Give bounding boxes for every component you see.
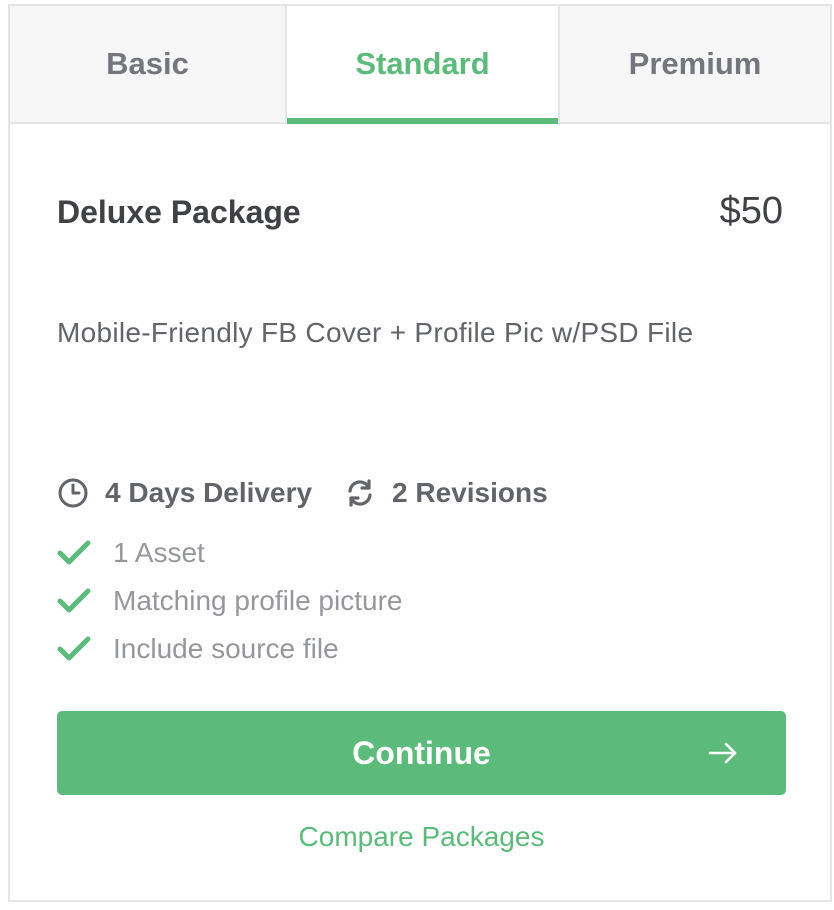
check-icon [57, 588, 91, 613]
revisions-info: 2 Revisions [344, 477, 548, 509]
feature-item: Matching profile picture [57, 577, 783, 625]
tab-standard[interactable]: Standard [285, 6, 560, 124]
feature-label: Include source file [113, 633, 339, 664]
delivery-info: 4 Days Delivery [57, 477, 312, 509]
tab-basic[interactable]: Basic [10, 6, 285, 122]
package-title: Deluxe Package [57, 194, 301, 230]
package-tabs: Basic Standard Premium [10, 6, 830, 124]
feature-list: 1 Asset Matching profile picture Include… [57, 529, 783, 673]
package-card: Basic Standard Premium Deluxe Package $5… [8, 4, 832, 902]
feature-label: Matching profile picture [113, 585, 403, 616]
compare-packages-link[interactable]: Compare Packages [57, 821, 786, 853]
revisions-label: 2 Revisions [392, 477, 548, 508]
continue-label: Continue [352, 734, 491, 771]
package-price: $50 [719, 190, 783, 232]
continue-button[interactable]: Continue [57, 711, 786, 795]
package-header: Deluxe Package $50 [57, 190, 783, 233]
package-body: Deluxe Package $50 Mobile-Friendly FB Co… [10, 190, 830, 853]
tab-premium[interactable]: Premium [560, 6, 830, 122]
feature-item: Include source file [57, 625, 783, 673]
feature-item: 1 Asset [57, 529, 783, 577]
delivery-label: 4 Days Delivery [105, 477, 313, 508]
check-icon [57, 636, 91, 661]
feature-label: 1 Asset [113, 537, 205, 568]
refresh-icon [348, 479, 372, 507]
arrow-right-icon [708, 742, 738, 764]
package-description: Mobile-Friendly FB Cover + Profile Pic w… [57, 317, 694, 348]
package-meta: 4 Days Delivery 2 Revisions [57, 477, 783, 509]
check-icon [57, 540, 91, 565]
clock-icon [58, 478, 88, 508]
